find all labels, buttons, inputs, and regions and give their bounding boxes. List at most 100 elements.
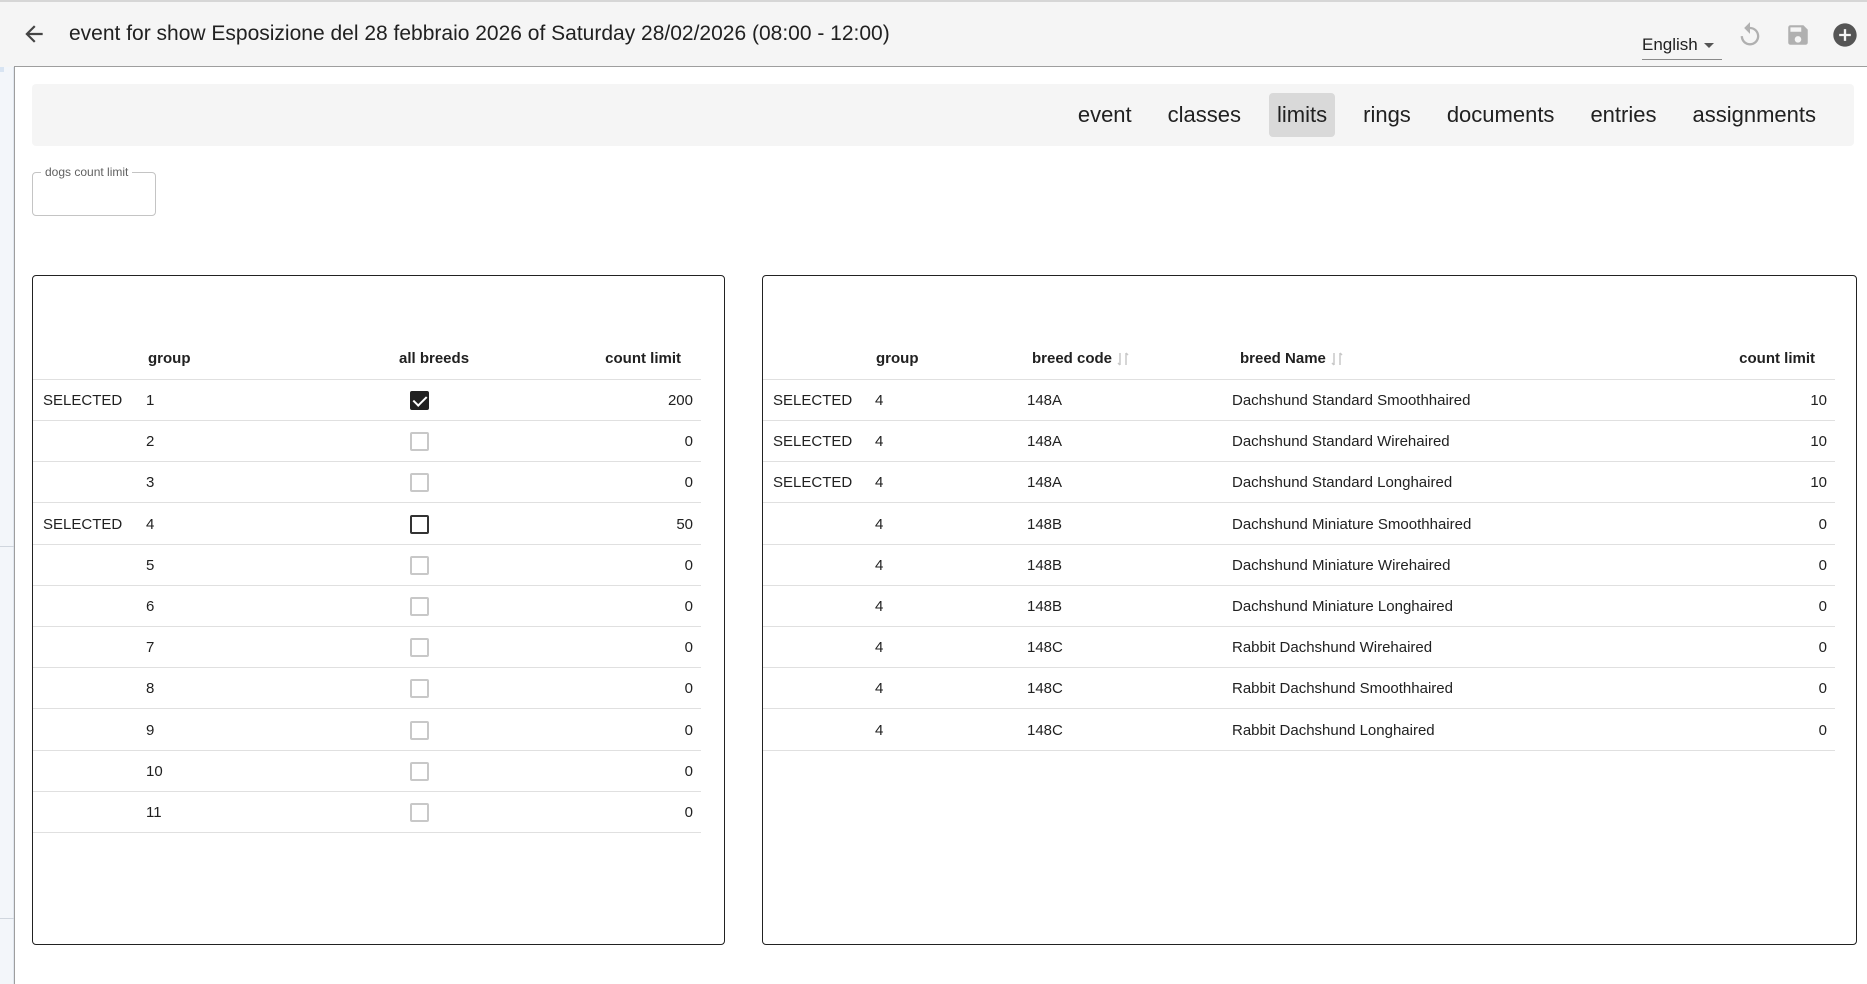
language-value: English (1642, 34, 1698, 54)
table-row[interactable]: 4 148C Rabbit Dachshund Wirehaired 0 (763, 627, 1835, 669)
row-count-limit[interactable]: 0 (685, 804, 693, 821)
tab-classes[interactable]: classes (1150, 93, 1259, 137)
table-row[interactable]: 70 (33, 627, 701, 669)
row-count-limit[interactable]: 10 (1810, 433, 1827, 450)
all-breeds-checkbox[interactable] (410, 473, 429, 493)
undo-icon (1740, 22, 1760, 46)
dogs-count-limit-label: dogs count limit (41, 165, 133, 179)
save-button[interactable] (1783, 20, 1813, 50)
tab-assignments[interactable]: assignments (1674, 93, 1834, 137)
table-row[interactable]: 90 (33, 710, 701, 751)
groups-table-panel: group all breeds count limit SELECTED 1 20… (32, 275, 725, 945)
row-group-number: 4 (146, 515, 155, 533)
row-count-limit[interactable]: 0 (685, 680, 693, 697)
back-button[interactable] (16, 16, 52, 52)
col-all-breeds-header[interactable]: all breeds (399, 350, 469, 367)
sort-icon[interactable] (1330, 351, 1344, 367)
row-breed-name: Rabbit Dachshund Longhaired (1232, 721, 1435, 739)
table-row[interactable]: 20 (33, 421, 701, 463)
table-row[interactable]: 4 148B Dachshund Miniature Longhaired 0 (763, 586, 1835, 627)
dogs-count-limit-field[interactable]: dogs count limit (32, 165, 156, 216)
language-select[interactable]: English (1642, 30, 1722, 60)
row-group-number: 4 (875, 392, 884, 409)
all-breeds-checkbox[interactable] (410, 432, 429, 452)
tab-event[interactable]: event (1060, 93, 1150, 137)
all-breeds-checkbox[interactable] (410, 803, 429, 822)
col-group-header[interactable]: group (148, 350, 191, 367)
tab-limits[interactable]: limits (1269, 93, 1336, 137)
tab-documents[interactable]: documents (1429, 93, 1573, 137)
table-row[interactable]: 4 148B Dachshund Miniature Wirehaired 0 (763, 545, 1835, 586)
col-breed-code-header[interactable]: breed code (1032, 350, 1130, 367)
row-breed-name: Rabbit Dachshund Smoothhaired (1232, 680, 1453, 698)
table-row[interactable]: 4 148C Rabbit Dachshund Longhaired 0 (763, 710, 1835, 751)
row-group-number: 4 (875, 433, 884, 451)
row-count-limit[interactable]: 0 (685, 763, 693, 780)
left-edge-divider (0, 918, 14, 919)
row-count-limit[interactable]: 50 (676, 516, 693, 533)
row-group-number: 4 (875, 515, 884, 533)
row-count-limit[interactable]: 0 (685, 474, 693, 491)
row-breed-name: Dachshund Standard Wirehaired (1232, 433, 1450, 451)
row-count-limit[interactable]: 0 (685, 722, 693, 739)
all-breeds-checkbox[interactable] (410, 597, 429, 616)
add-button[interactable] (1830, 20, 1860, 50)
table-row[interactable]: 30 (33, 462, 701, 504)
row-breed-code: 148A (1027, 392, 1063, 409)
row-breed-code: 148C (1027, 680, 1063, 698)
row-group-number: 2 (146, 433, 155, 451)
table-row[interactable]: 50 (33, 545, 701, 586)
table-row[interactable]: 4 148B Dachshund Miniature Smoothhaired 0 (763, 504, 1835, 545)
all-breeds-checkbox[interactable] (410, 555, 429, 575)
all-breeds-checkbox[interactable] (410, 638, 429, 658)
row-count-limit[interactable]: 0 (685, 557, 693, 574)
row-count-limit[interactable]: 0 (685, 598, 693, 615)
row-count-limit[interactable]: 0 (1819, 598, 1827, 615)
left-edge-strip (0, 0, 14, 984)
row-count-limit[interactable]: 200 (668, 392, 693, 409)
table-row[interactable]: 11 0 (33, 792, 701, 833)
all-breeds-checkbox[interactable] (410, 391, 429, 410)
row-count-limit[interactable]: 10 (1810, 474, 1827, 491)
col-count-limit-header[interactable]: count limit (1739, 350, 1815, 367)
col-count-limit-header[interactable]: count limit (605, 350, 681, 367)
table-row[interactable]: 60 (33, 586, 701, 627)
all-breeds-checkbox[interactable] (410, 514, 429, 534)
row-count-limit[interactable]: 0 (685, 639, 693, 656)
row-count-limit[interactable]: 0 (1819, 557, 1827, 574)
row-selected-label: SELECTED (43, 515, 123, 533)
all-breeds-checkbox[interactable] (410, 761, 429, 781)
row-count-limit[interactable]: 0 (685, 433, 693, 450)
table-row[interactable]: SELECTED 4 50 (33, 504, 701, 545)
row-group-number: 6 (146, 598, 155, 615)
sort-icon[interactable] (1116, 351, 1130, 367)
row-count-limit[interactable]: 0 (1819, 722, 1827, 739)
row-breed-code: 148B (1027, 515, 1063, 533)
row-count-limit[interactable]: 0 (1819, 639, 1827, 656)
all-breeds-checkbox[interactable] (410, 679, 429, 699)
row-group-number: 4 (875, 639, 884, 657)
row-group-number: 4 (875, 721, 884, 739)
col-group-header[interactable]: group (876, 350, 919, 367)
all-breeds-checkbox[interactable] (410, 720, 429, 740)
undo-button[interactable] (1735, 20, 1765, 50)
row-selected-label: SELECTED (43, 392, 123, 409)
row-group-number: 5 (146, 556, 155, 574)
col-breed-name-header[interactable]: breed Name (1240, 350, 1344, 367)
row-breed-code: 148A (1027, 474, 1063, 492)
table-row[interactable]: SELECTED 1 200 (33, 380, 701, 421)
table-row[interactable]: 10 0 (33, 751, 701, 792)
row-count-limit[interactable]: 10 (1810, 392, 1827, 409)
tab-entries[interactable]: entries (1572, 93, 1674, 137)
tab-rings[interactable]: rings (1345, 93, 1429, 137)
table-row[interactable]: 4 148C Rabbit Dachshund Smoothhaired 0 (763, 668, 1835, 710)
row-count-limit[interactable]: 0 (1819, 516, 1827, 533)
table-row[interactable]: SELECTED 4 148A Dachshund Standard Wirehair… (763, 421, 1835, 463)
table-row[interactable]: SELECTED 4 148A Dachshund Standard Smoothha… (763, 380, 1835, 421)
row-breed-name: Dachshund Miniature Smoothhaired (1232, 515, 1472, 533)
row-count-limit[interactable]: 0 (1819, 680, 1827, 697)
table-row[interactable]: 80 (33, 668, 701, 710)
page-title: event for show Esposizione del 28 febbra… (69, 22, 890, 45)
dogs-count-limit-input[interactable] (39, 183, 149, 207)
table-row[interactable]: SELECTED 4 148A Dachshund Standard Longhair… (763, 462, 1835, 504)
